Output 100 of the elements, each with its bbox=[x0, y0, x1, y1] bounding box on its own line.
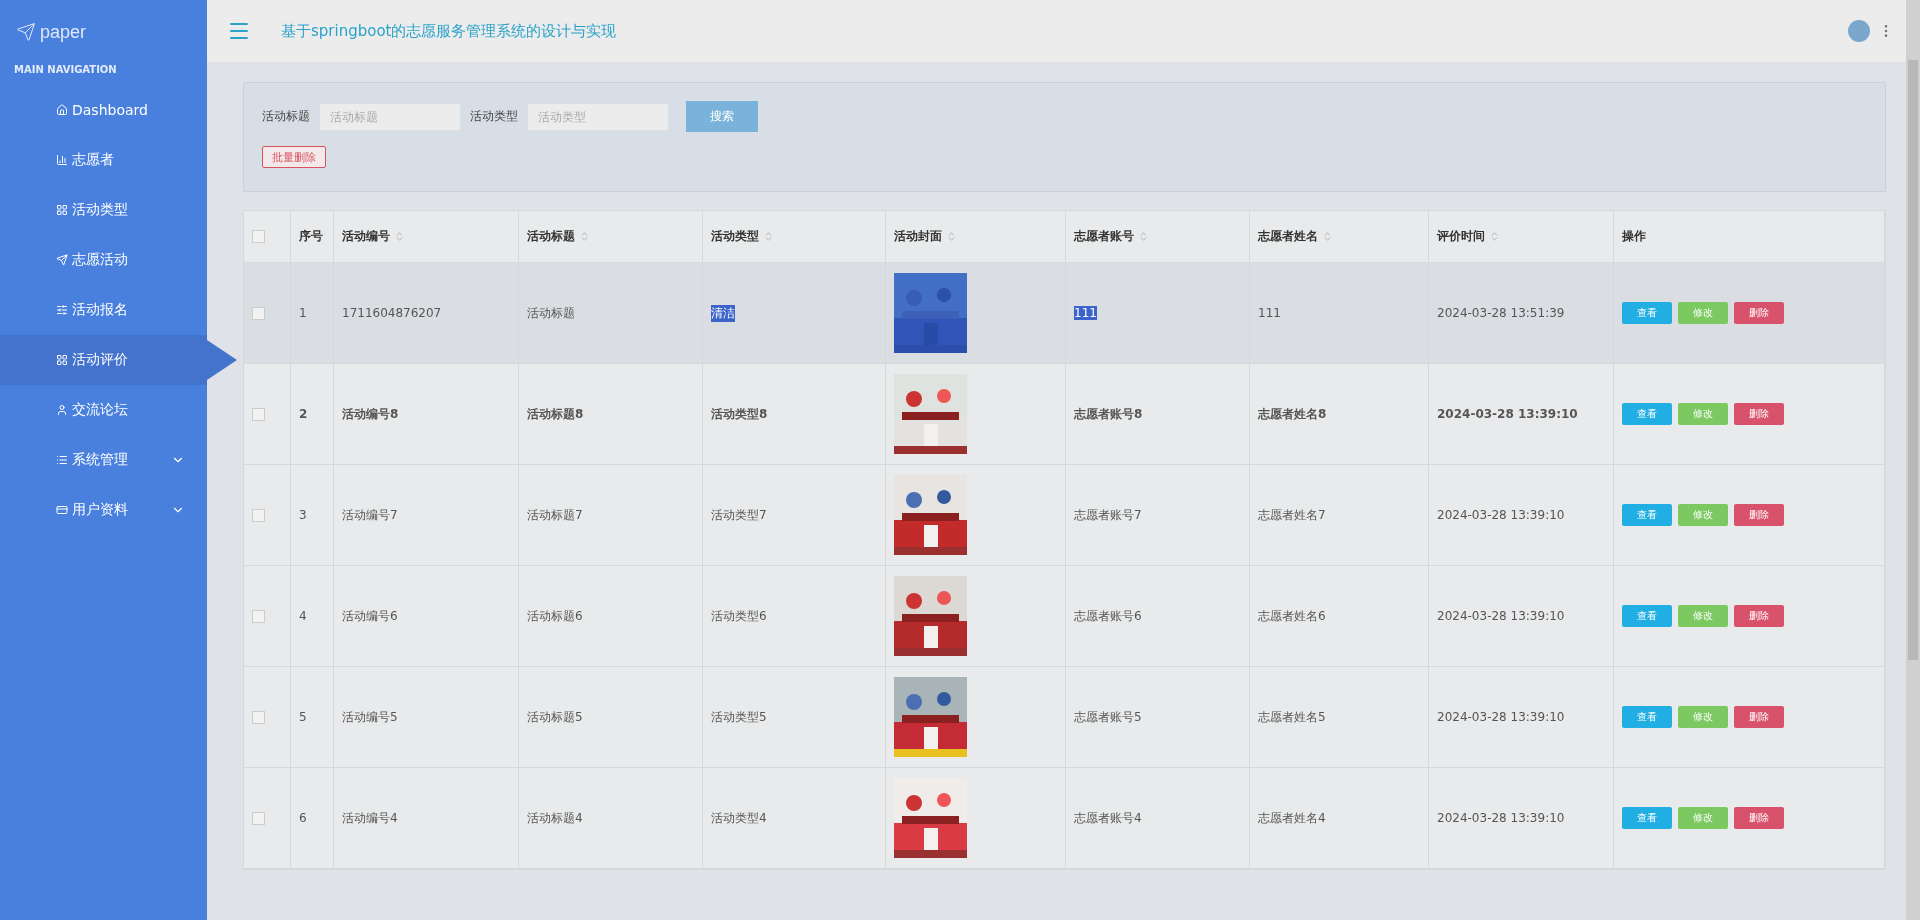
table-cell: 活动标题7 bbox=[527, 506, 583, 524]
sort-icon[interactable] bbox=[579, 231, 590, 242]
column-header: 操作 bbox=[1622, 228, 1646, 245]
column-header[interactable]: 志愿者账号 bbox=[1074, 228, 1134, 245]
table-cell: 志愿者姓名4 bbox=[1258, 809, 1326, 827]
sidebar-item[interactable]: Dashboard bbox=[0, 85, 207, 135]
table-cell: 活动类型5 bbox=[711, 708, 767, 726]
sort-icon[interactable] bbox=[1489, 231, 1500, 242]
table-cell: 2 bbox=[299, 407, 308, 421]
table-cell: 活动类型7 bbox=[711, 506, 767, 524]
sort-icon[interactable] bbox=[394, 231, 405, 242]
page-title: 基于springboot的志愿服务管理系统的设计与实现 bbox=[281, 21, 618, 41]
sidebar-item[interactable]: 活动类型 bbox=[0, 185, 207, 235]
delete-button[interactable]: 删除 bbox=[1734, 605, 1784, 627]
sidebar-item[interactable]: 用户资料 bbox=[0, 485, 207, 535]
table-cell: 志愿者姓名5 bbox=[1258, 708, 1326, 726]
view-button[interactable]: 查看 bbox=[1622, 807, 1672, 829]
view-button[interactable]: 查看 bbox=[1622, 706, 1672, 728]
column-header[interactable]: 评价时间 bbox=[1437, 228, 1485, 245]
table-cell: 活动编号5 bbox=[342, 708, 398, 726]
column-header[interactable]: 活动封面 bbox=[894, 228, 942, 245]
avatar[interactable] bbox=[1848, 20, 1870, 42]
table-cell: 志愿者账号8 bbox=[1074, 405, 1143, 423]
edit-button[interactable]: 修改 bbox=[1678, 302, 1728, 324]
sort-icon[interactable] bbox=[763, 231, 774, 242]
checkbox[interactable] bbox=[252, 306, 265, 320]
checkbox[interactable] bbox=[252, 710, 265, 724]
checkbox[interactable] bbox=[252, 230, 265, 243]
table-cell: 111 bbox=[1074, 306, 1097, 320]
column-header[interactable]: 志愿者姓名 bbox=[1258, 228, 1318, 245]
table-cell: 活动类型4 bbox=[711, 809, 767, 827]
table-cell: 志愿者姓名6 bbox=[1258, 607, 1326, 625]
field-label: 活动标题 bbox=[262, 108, 310, 125]
checkbox[interactable] bbox=[252, 508, 265, 522]
batch-delete-button[interactable]: 批量删除 bbox=[262, 146, 326, 168]
table-cell: 活动编号6 bbox=[342, 607, 398, 625]
scrollbar-thumb[interactable] bbox=[1908, 60, 1918, 660]
table-cell: 活动类型8 bbox=[711, 405, 768, 423]
delete-button[interactable]: 删除 bbox=[1734, 706, 1784, 728]
checkbox[interactable] bbox=[252, 811, 265, 825]
table-cell: 4 bbox=[299, 609, 307, 623]
sidebar-item[interactable]: 交流论坛 bbox=[0, 385, 207, 435]
table-cell: 2024-03-28 13:51:39 bbox=[1437, 306, 1565, 320]
grid-icon bbox=[56, 204, 68, 216]
table-cell: 活动标题 bbox=[527, 304, 575, 322]
table-cell: 2024-03-28 13:39:10 bbox=[1437, 710, 1565, 724]
table-cell: 志愿者账号5 bbox=[1074, 708, 1142, 726]
scrollbar[interactable] bbox=[1906, 0, 1920, 920]
table-cell: 活动标题8 bbox=[527, 405, 584, 423]
table-cell: 志愿者账号7 bbox=[1074, 506, 1142, 524]
sidebar-item[interactable]: 志愿活动 bbox=[0, 235, 207, 285]
table-cell: 2024-03-28 13:39:10 bbox=[1437, 609, 1565, 623]
home-icon bbox=[56, 104, 68, 116]
column-header[interactable]: 活动标题 bbox=[527, 228, 575, 245]
paper-plane-icon bbox=[56, 254, 68, 266]
edit-button[interactable]: 修改 bbox=[1678, 605, 1728, 627]
table-cell: 活动编号7 bbox=[342, 506, 398, 524]
edit-button[interactable]: 修改 bbox=[1678, 807, 1728, 829]
column-header[interactable]: 活动编号 bbox=[342, 228, 390, 245]
table-cell: 活动标题4 bbox=[527, 809, 583, 827]
view-button[interactable]: 查看 bbox=[1622, 302, 1672, 324]
table-cell: 活动类型6 bbox=[711, 607, 767, 625]
view-button[interactable]: 查看 bbox=[1622, 403, 1672, 425]
search-field[interactable]: 活动类型 bbox=[528, 103, 668, 130]
sort-icon[interactable] bbox=[1138, 231, 1149, 242]
column-header[interactable]: 活动类型 bbox=[711, 228, 759, 245]
checkbox[interactable] bbox=[252, 609, 265, 623]
view-button[interactable]: 查看 bbox=[1622, 504, 1672, 526]
table-cell: 活动标题6 bbox=[527, 607, 583, 625]
search-field[interactable]: 活动标题 bbox=[320, 103, 460, 130]
edit-button[interactable]: 修改 bbox=[1678, 403, 1728, 425]
table-cell: 2024-03-28 13:39:10 bbox=[1437, 407, 1578, 421]
sidebar-item[interactable]: 志愿者 bbox=[0, 135, 207, 185]
delete-button[interactable]: 删除 bbox=[1734, 302, 1784, 324]
sort-icon[interactable] bbox=[1322, 231, 1333, 242]
card-icon bbox=[56, 504, 68, 516]
logo-text: paper bbox=[40, 21, 87, 43]
table-cell: 志愿者账号4 bbox=[1074, 809, 1142, 827]
table-cell: 6 bbox=[299, 811, 307, 825]
edit-button[interactable]: 修改 bbox=[1678, 504, 1728, 526]
table-cell: 志愿者账号6 bbox=[1074, 607, 1142, 625]
table-cell: 1 bbox=[299, 306, 307, 320]
delete-button[interactable]: 删除 bbox=[1734, 504, 1784, 526]
section-title: MAIN NAVIGATION bbox=[13, 63, 118, 77]
table-cell: 1711604876207 bbox=[342, 306, 442, 320]
table-cell: 活动编号8 bbox=[342, 405, 399, 423]
sidebar-item[interactable]: 活动评价 bbox=[0, 335, 207, 385]
view-button[interactable]: 查看 bbox=[1622, 605, 1672, 627]
checkbox[interactable] bbox=[252, 407, 265, 421]
table-cell: 2024-03-28 13:39:10 bbox=[1437, 811, 1565, 825]
sort-icon[interactable] bbox=[946, 231, 957, 242]
search-button[interactable]: 搜索 bbox=[686, 101, 758, 132]
user-icon bbox=[56, 404, 68, 416]
delete-button[interactable]: 删除 bbox=[1734, 807, 1784, 829]
field-label: 活动类型 bbox=[470, 108, 518, 125]
sidebar-item[interactable]: 系统管理 bbox=[0, 435, 207, 485]
delete-button[interactable]: 删除 bbox=[1734, 403, 1784, 425]
edit-button[interactable]: 修改 bbox=[1678, 706, 1728, 728]
sidebar-item[interactable]: 活动报名 bbox=[0, 285, 207, 335]
bar-chart-icon bbox=[56, 154, 68, 166]
